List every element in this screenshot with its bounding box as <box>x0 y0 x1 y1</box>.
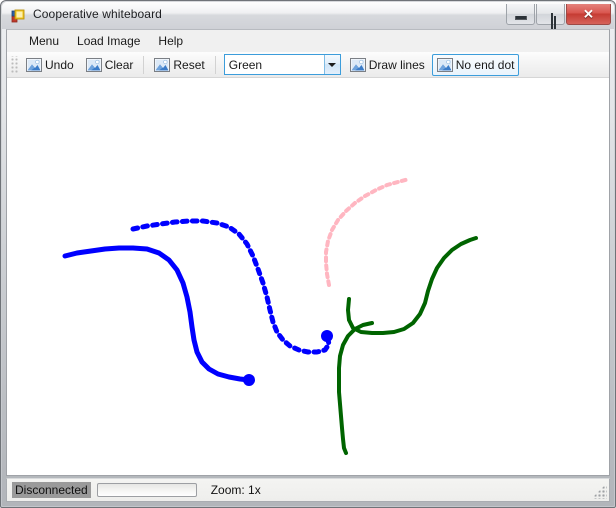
clear-button-label: Clear <box>104 57 134 72</box>
color-select[interactable]: Green <box>223 54 341 75</box>
status-bar: Disconnected Zoom: 1x <box>6 478 610 502</box>
green-stroke-upper <box>346 236 478 335</box>
toolbar-separator <box>214 55 216 74</box>
green-stroke-lower <box>337 321 374 455</box>
caption-button-group: ✕ <box>506 4 611 29</box>
clear-button[interactable]: Clear <box>81 54 139 76</box>
app-window: Cooperative whiteboard ✕ Menu Load Image… <box>0 0 616 508</box>
blue-dotted-stroke-end-dot <box>321 330 333 342</box>
draw-lines-button[interactable]: Draw lines <box>345 54 430 76</box>
app-window-icon <box>11 8 27 24</box>
blue-dotted-stroke <box>130 218 332 355</box>
draw-lines-button-label: Draw lines <box>368 57 425 72</box>
close-button[interactable]: ✕ <box>566 4 611 25</box>
restore-button[interactable] <box>536 4 565 29</box>
no-end-dot-button-label: No end dot <box>455 57 515 72</box>
menu-item-help[interactable]: Help <box>149 31 192 51</box>
close-icon: ✕ <box>583 6 594 22</box>
minimize-icon <box>514 16 527 20</box>
resize-grip[interactable] <box>594 486 607 499</box>
pink-dotted-stroke <box>324 177 411 287</box>
whiteboard-canvas[interactable] <box>7 78 609 475</box>
chevron-down-icon <box>328 62 337 67</box>
menu-bar: Menu Load Image Help <box>7 30 609 52</box>
whiteboard-svg[interactable] <box>7 78 609 475</box>
color-select-value: Green <box>228 57 263 72</box>
title-bar[interactable]: Cooperative whiteboard ✕ <box>2 2 614 29</box>
progress-bar <box>96 483 197 497</box>
picture-icon <box>26 57 42 73</box>
picture-icon <box>154 57 171 73</box>
undo-button-label: Undo <box>45 57 74 72</box>
picture-icon <box>85 57 102 73</box>
toolbar-separator <box>143 55 145 74</box>
client-area: Menu Load Image Help Undo Clear Reset Gr… <box>6 29 610 476</box>
blue-solid-stroke-end-dot <box>243 374 255 386</box>
window-title: Cooperative whiteboard <box>33 7 162 21</box>
picture-icon <box>349 57 366 73</box>
toolbar-drag-grip[interactable] <box>10 55 18 74</box>
reset-button-label: Reset <box>173 57 205 72</box>
picture-icon <box>436 57 453 73</box>
connection-status-badge: Disconnected <box>12 482 91 498</box>
blue-solid-stroke <box>62 245 252 383</box>
reset-button[interactable]: Reset <box>149 54 209 76</box>
zoom-level-label: Zoom: 1x <box>210 483 261 497</box>
tool-bar: Undo Clear Reset Green Draw lines No end… <box>7 52 609 78</box>
undo-button[interactable]: Undo <box>21 54 79 76</box>
menu-item-load-image[interactable]: Load Image <box>68 31 149 51</box>
minimize-button[interactable] <box>506 4 535 25</box>
color-select-dropdown-button[interactable] <box>323 55 340 74</box>
menu-item-menu[interactable]: Menu <box>20 31 68 51</box>
no-end-dot-button[interactable]: No end dot <box>431 53 520 76</box>
restore-icon <box>550 13 553 29</box>
